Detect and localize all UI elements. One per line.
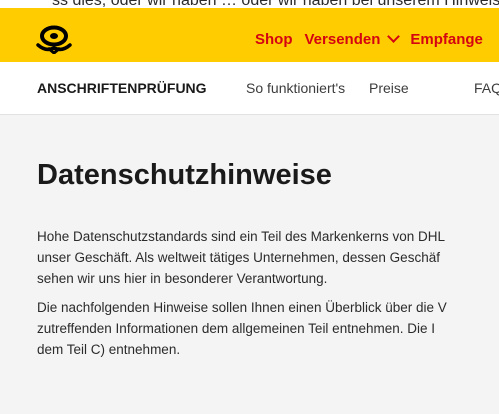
page-title: Datenschutzhinweise [37, 159, 332, 191]
subnav-item-faq[interactable]: FAQ [474, 80, 499, 96]
nav-shop-label: Shop [255, 30, 293, 48]
subnav-item-so-funktionierts[interactable]: So funktioniert's [246, 80, 345, 96]
paragraph-line: unser Geschäft. Als weltweit tätiges Unt… [37, 250, 440, 265]
paragraph-line: Hohe Datenschutzstandards sind ein Teil … [37, 229, 445, 244]
nav-empfangen-link[interactable]: Empfange [410, 31, 483, 48]
chevron-down-icon [387, 30, 401, 43]
overview-paragraph: Die nachfolgenden Hinweise sollen Ihnen … [37, 297, 447, 360]
subnav-brand-link[interactable]: ANSCHRIFTENPRÜFUNG [37, 80, 207, 96]
paragraph-line: Die nachfolgenden Hinweise sollen Ihnen … [37, 300, 447, 315]
nav-empfangen-label: Empfange [410, 30, 483, 48]
paragraph-line: dem Teil C) entnehmen. [37, 342, 181, 357]
main-content: Datenschutzhinweise Hohe Datenschutzstan… [0, 115, 499, 414]
subnav-item-preise[interactable]: Preise [369, 80, 409, 96]
sub-navigation: ANSCHRIFTENPRÜFUNG So funktioniert's Pre… [0, 62, 499, 115]
post-horn-logo-icon[interactable] [34, 24, 74, 54]
paragraph-line: zutreffenden Informationen dem allgemein… [37, 321, 435, 336]
nav-versenden-link[interactable]: Versenden [304, 30, 401, 48]
header-nav: Shop Versenden Empfange [255, 24, 495, 54]
intro-paragraph: Hohe Datenschutzstandards sind ein Teil … [37, 226, 445, 289]
nav-versenden-label: Versenden [304, 30, 381, 48]
paragraph-line: sehen wir uns hier in besonderer Verantw… [37, 271, 328, 286]
nav-shop-link[interactable]: Shop [255, 31, 293, 48]
site-header: Shop Versenden Empfange [0, 8, 499, 62]
